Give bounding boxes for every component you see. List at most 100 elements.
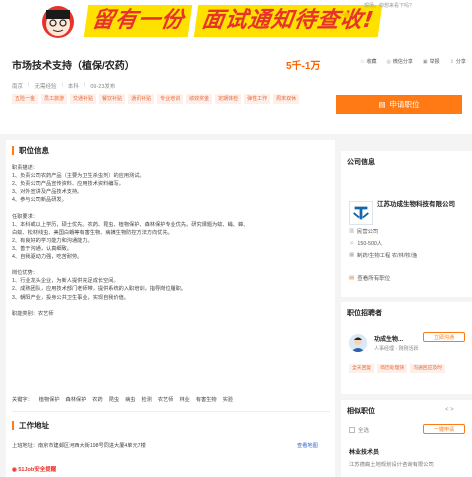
keyword-link[interactable]: 昆虫 [109,396,119,403]
company-name-link[interactable]: 江苏功成生物科技有限公司 [377,200,467,209]
desc-line: 2、负责公司产品宣传资料、应用技术资料编写。 [12,181,124,188]
report-icon: ▣ [422,58,428,65]
wechat-icon: ◎ [386,58,391,65]
keywords-label: 关键字： [12,397,33,403]
select-all-label: 全选 [358,428,370,434]
star-icon: ☆ [360,58,365,65]
desc-line: 4、参与公司新品研发。 [12,197,67,204]
job-header: 市场技术支持（植保/农药） 5千-1万 ☆ 收藏 ◎ 微信分享 ▣ 举报 ⇪ 分… [0,44,472,129]
report-label: 举报 [429,59,440,65]
all-jobs-link[interactable]: ▤ 查看所有职位 [349,274,390,282]
collect-button[interactable]: ☆ 收藏 [360,58,377,66]
more-label: 分享 [455,59,466,65]
work-address-heading: 工作地址 [12,421,49,430]
related-pager[interactable]: < > [445,407,454,413]
industry-icon: ▦ [349,252,355,258]
keyword-link[interactable]: 有害生物 [196,396,217,403]
welfare-tag: 定期体检 [215,94,242,104]
banner-hint: 现场，你想来看下吗? [364,3,412,9]
share-icon: ⇪ [449,58,454,65]
related-job-title[interactable]: 林业技术员 [349,447,379,456]
recruiter-avatar [349,334,367,352]
safety-label: 51Job安全提醒 [18,467,57,473]
desc-line: 任职要求： [12,213,38,220]
meta-location: 南京 [12,84,24,90]
company-industry-value: 制药/生物工程 农/林/牧/渔 [357,253,418,259]
batch-apply-button[interactable]: 一键申请 [423,424,465,434]
promo-banner[interactable]: 留有一份 面试通知待查收! ✦ 现场，你想来看下吗? [0,0,472,44]
keyword-link[interactable]: 病虫 [125,396,135,403]
recruiter-tag: 简历处理快 [377,364,408,373]
desc-line: 1、负责公司农药产品（主要为卫生杀虫剂）的应用测试。 [12,173,145,180]
report-button[interactable]: ▣ 举报 [422,58,440,66]
desc-line: 3、对外宣讲及产品技术支持。 [12,189,83,196]
share-label: 微信分享 [392,59,413,65]
document-icon: ▤ [378,100,386,109]
desc-line: 1、本科或以上学历，硕士优先。农药、昆虫、植物保护、森林保护专业优先。研究课题为… [12,221,249,228]
welfare-tags: 五险一金 员工旅游 交通补贴 餐饮补贴 通讯补贴 专业培训 绩效奖金 定期体检 … [12,94,322,104]
keyword-link[interactable]: 农药 [92,396,102,403]
related-job-company[interactable]: 江苏德裔土地规划设计咨询有限公司 [349,460,434,468]
safety-reminder[interactable]: ◉ 51Job安全提醒 [12,465,56,473]
view-map-link[interactable]: 查看地图 [297,442,318,449]
desc-line: 2、有良好的学习能力和沟通能力。 [12,237,93,244]
welfare-tag: 交通补贴 [70,94,97,104]
company-size: ☺ 150-500人 [349,239,382,247]
related-heading: 相似职位 [347,408,375,415]
keywords-row: 关键字： 植物保护 森林保护 农药 昆虫 病虫 检测 农艺师 林业 有害生物 实… [12,396,233,403]
keyword-link[interactable]: 植物保护 [39,396,60,403]
desc-line: 职能类别：农艺师 [12,310,54,317]
meta-date: 09-23发布 [90,84,116,90]
wechat-share-button[interactable]: ◎ 微信分享 [386,58,413,66]
recruiter-card: 职位招聘者 功成生物... 人事经理 · 刚刚活跃 立即沟通 全天回复 简历处理… [341,302,472,394]
shield-icon: ◉ [12,467,17,473]
keyword-link[interactable]: 林业 [179,396,189,403]
meta-experience: 无需经验 [34,84,57,90]
company-size-value: 150-500人 [357,241,383,247]
desc-line: 4、自我驱动力强，吃苦耐劳。 [12,254,83,261]
company-type-value: 民营公司 [357,229,379,235]
job-salary: 5千-1万 [286,61,321,72]
company-card: 公司信息 江苏功成生物科技有限公司 ▥ 民营公司 ☺ 150-500人 ▦ 制药… [341,151,472,297]
list-icon: ▤ [349,275,355,281]
job-info-heading: 职位信息 [12,146,49,155]
share-button[interactable]: ⇪ 分享 [449,58,466,66]
keyword-link[interactable]: 检测 [141,396,151,403]
all-jobs-label: 查看所有职位 [357,276,391,282]
apply-button[interactable]: ▤ 申请职位 [336,95,462,114]
recruiter-tags: 全天回复 简历处理快 沟通回应及时 [349,364,467,373]
recruiter-tag: 沟通回应及时 [410,364,445,373]
welfare-tag: 专业培训 [157,94,184,104]
keyword-link[interactable]: 农艺师 [158,396,174,403]
job-title: 市场技术支持（植保/农药） [12,61,135,72]
address-value: 南京市建邺区河西大街198号同进大厦4单元7楼 [37,443,146,449]
chat-button[interactable]: 立即沟通 [423,332,465,342]
recruiter-tag: 全天回复 [349,364,375,373]
keyword-link[interactable]: 森林保护 [66,396,87,403]
desc-line [12,204,332,212]
welfare-tag: 绩效奖金 [186,94,213,104]
cartoon-avatar-icon [42,6,74,38]
company-logo-icon[interactable] [349,201,373,225]
welfare-tag: 通讯补贴 [128,94,155,104]
desc-line: 2、成熟团队，应用技术部门老师带，提供系统的入职培训，指导岗位履职。 [12,286,187,293]
recruiter-role: 人事经理 · 刚刚活跃 [374,346,419,352]
sparkle-icon: ✦ [340,8,354,25]
banner-headline: 留有一份 面试通知待查收! [83,4,383,38]
select-all-checkbox[interactable]: 全选 [349,426,369,434]
welfare-tag: 员工旅游 [41,94,68,104]
welfare-tag: 五险一金 [12,94,39,104]
address-label: 上班地址： [12,443,38,449]
banner-text-2: 面试通知待查收! [193,5,383,37]
desc-line: 职责描述： [12,165,38,171]
desc-line: 1、行业龙头企业，为新人提供充足成长空间。 [12,278,119,285]
keyword-link[interactable]: 实验 [223,396,233,403]
job-actions: ☆ 收藏 ◎ 微信分享 ▣ 举报 ⇪ 分享 [360,58,466,66]
address-row: 上班地址：南京市建邺区河西大街198号同进大厦4单元7楼 [12,442,146,449]
desc-line: 白蚁、松材线虫、美国白蛾等有害生物、病媒生物防控方法方向优先。 [12,229,173,236]
recruiter-heading: 职位招聘者 [347,310,382,317]
desc-line: 岗位优势： [12,270,38,277]
desc-line: 3、朝阳产业，投身公共卫生事业，实现自我价值。 [12,294,130,301]
welfare-tag: 弹性工作 [244,94,271,104]
people-icon: ☺ [349,240,355,246]
